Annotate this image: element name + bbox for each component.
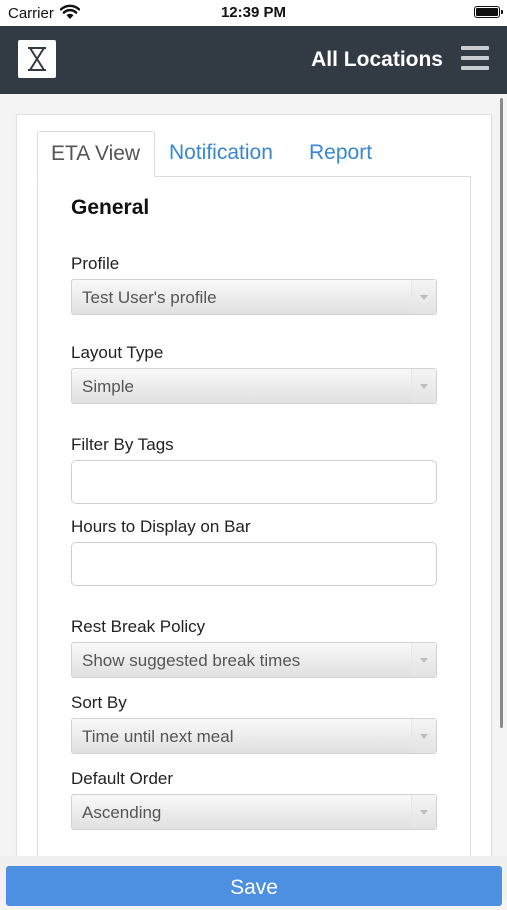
status-time: 12:39 PM bbox=[220, 4, 287, 21]
default-order-label: Default Order bbox=[71, 769, 174, 788]
hours-to-display-label: Hours to Display on Bar bbox=[71, 517, 251, 536]
layout-type-label: Layout Type bbox=[71, 343, 164, 362]
chevron-down-icon bbox=[411, 369, 436, 403]
profile-label: Profile bbox=[71, 254, 120, 273]
battery-icon bbox=[474, 6, 503, 18]
default-order-value: Ascending bbox=[82, 803, 162, 822]
rest-break-policy-label: Rest Break Policy bbox=[71, 617, 206, 636]
layout-type-value: Simple bbox=[82, 377, 134, 396]
chevron-down-icon bbox=[411, 643, 436, 677]
rest-break-policy-select[interactable]: Show suggested break times bbox=[71, 642, 437, 678]
hours-to-display-input[interactable] bbox=[71, 542, 437, 586]
chevron-down-icon bbox=[411, 719, 436, 753]
save-button[interactable]: Save bbox=[6, 866, 502, 906]
layout-type-select[interactable]: Simple bbox=[71, 368, 437, 404]
filter-by-tags-label: Filter By Tags bbox=[71, 435, 174, 454]
profile-value: Test User's profile bbox=[82, 288, 217, 307]
hourglass-logo-icon[interactable] bbox=[18, 40, 56, 78]
scrollbar[interactable] bbox=[500, 98, 503, 728]
chevron-down-icon bbox=[411, 795, 436, 829]
filter-by-tags-input[interactable] bbox=[71, 460, 437, 504]
hamburger-menu-icon[interactable] bbox=[461, 46, 489, 70]
location-title[interactable]: All Locations bbox=[311, 48, 443, 72]
tab-report[interactable]: Report bbox=[309, 131, 372, 177]
footer-bar: Save bbox=[0, 856, 507, 906]
tab-notification[interactable]: Notification bbox=[169, 131, 273, 177]
section-title: General bbox=[71, 196, 150, 219]
rest-break-policy-value: Show suggested break times bbox=[82, 651, 301, 670]
sort-by-value: Time until next meal bbox=[82, 727, 234, 746]
sort-by-select[interactable]: Time until next meal bbox=[71, 718, 437, 754]
default-order-select[interactable]: Ascending bbox=[71, 794, 437, 830]
tab-eta-view[interactable]: ETA View bbox=[37, 131, 155, 177]
profile-select[interactable]: Test User's profile bbox=[71, 279, 437, 315]
top-nav-bar: All Locations bbox=[0, 26, 507, 94]
status-bar: Carrier 12:39 PM bbox=[0, 0, 507, 26]
sort-by-label: Sort By bbox=[71, 693, 127, 712]
chevron-down-icon bbox=[411, 280, 436, 314]
